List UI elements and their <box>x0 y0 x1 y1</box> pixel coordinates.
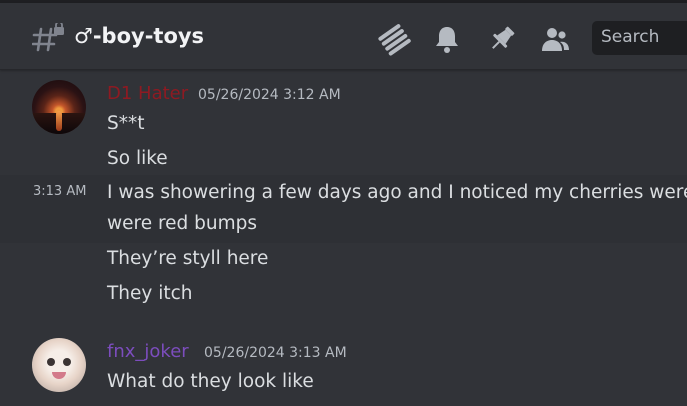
username-text[interactable]: fnx_joker <box>107 341 189 362</box>
text-channel-lock-icon <box>32 23 64 52</box>
chat-window: ♂-boy-toys Search D1 Hater 05/26/2024 3:… <box>0 0 687 406</box>
avatar-mouth <box>52 372 66 379</box>
avatar-eye <box>47 358 55 366</box>
hover-timestamp: 3:13 AM <box>33 184 87 199</box>
channel-name[interactable]: ♂-boy-toys <box>74 24 204 48</box>
message-text: They itch <box>107 283 193 304</box>
channel-header: ♂-boy-toys Search <box>0 3 687 70</box>
pin-icon[interactable] <box>485 22 519 56</box>
search-input[interactable]: Search <box>592 21 687 55</box>
message-text: They’re styll here <box>107 248 269 269</box>
username-d1-hater[interactable]: D1 Hater <box>107 83 188 104</box>
message-timestamp: 05/26/2024 3:13 AM <box>204 345 347 361</box>
search-placeholder: Search <box>601 27 660 47</box>
threads-icon[interactable] <box>377 22 411 56</box>
username-fnx-joker[interactable]: fnx_joker <box>107 341 189 362</box>
username-text[interactable]: D1 Hater <box>107 83 188 104</box>
bell-icon[interactable] <box>430 22 464 56</box>
message-text: were red bumps <box>107 213 258 234</box>
avatar-eye <box>63 358 71 366</box>
members-icon[interactable] <box>538 22 572 56</box>
avatar[interactable] <box>32 80 86 134</box>
avatar-sun-reflection <box>56 111 62 131</box>
message-text: What do they look like <box>107 371 314 392</box>
message-timestamp: 05/26/2024 3:12 AM <box>198 87 341 103</box>
message-text: I was showering a few days ago and I not… <box>107 182 687 203</box>
message-text: So like <box>107 148 168 169</box>
message-text: S**t <box>107 113 145 134</box>
avatar[interactable] <box>32 338 86 392</box>
